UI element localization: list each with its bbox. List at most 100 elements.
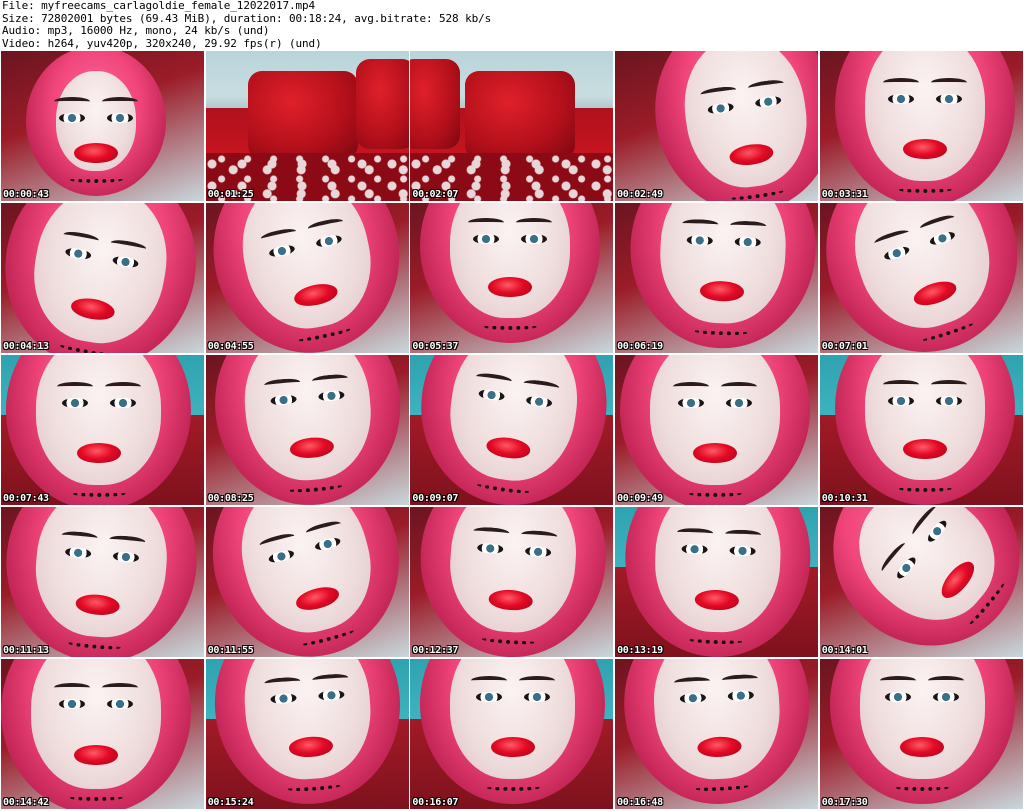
thumbnail-timestamp: 00:02:07 (412, 189, 459, 200)
person-figure (410, 658, 613, 809)
eye (728, 545, 756, 557)
video-thumbnail: 00:05:37 (410, 202, 614, 353)
person-figure (820, 51, 1023, 201)
person-figure (820, 354, 1023, 505)
thumbnail-timestamp: 00:04:13 (3, 340, 49, 352)
eye (59, 113, 85, 123)
eyebrow (54, 97, 90, 106)
eyebrow (102, 682, 138, 692)
person-figure (615, 202, 819, 353)
person-figure (1, 202, 204, 353)
thumbnail-timestamp: 00:06:19 (617, 340, 663, 352)
eye (109, 397, 136, 408)
choker-necklace (896, 185, 953, 193)
eye (475, 691, 502, 702)
video-thumbnail: 00:07:43 (1, 354, 204, 505)
person-figure (206, 658, 409, 809)
face (650, 354, 781, 485)
thumbnail-timestamp: 00:13:19 (617, 644, 663, 656)
thumbnail-timestamp: 00:08:25 (207, 492, 254, 504)
thumbnail-timestamp: 00:03:31 (821, 189, 868, 200)
video-thumbnail: 00:14:01 (819, 506, 1023, 657)
video-thumbnail: 00:02:07 (410, 51, 614, 201)
eyebrow (518, 675, 555, 685)
thumbnail-timestamp: 00:01:25 (207, 189, 254, 200)
eye (933, 691, 960, 702)
person-figure (1, 506, 204, 657)
eyebrow (930, 379, 967, 389)
video-thumbnail: 00:16:07 (410, 658, 614, 809)
file-info-header: File: myfreecams_carlagoldie_female_1202… (2, 0, 1022, 50)
person-figure (615, 354, 818, 505)
face (864, 51, 985, 181)
thumbnail-timestamp: 00:00:43 (3, 189, 49, 200)
video-thumbnail: 00:10:31 (819, 354, 1023, 505)
eyebrow (56, 381, 93, 391)
choker-necklace (896, 484, 953, 492)
eyebrow (104, 381, 141, 391)
pillow (410, 59, 461, 149)
person-figure (410, 354, 614, 505)
eye (678, 397, 705, 408)
thumbnail-timestamp: 00:11:13 (3, 644, 49, 656)
person-figure (615, 658, 818, 809)
lips (490, 736, 535, 757)
lips (74, 745, 118, 766)
eye (935, 94, 962, 104)
thumbnail-timestamp: 00:15:24 (207, 796, 254, 808)
lips (900, 736, 945, 757)
video-thumbnail: 00:01:25 (205, 51, 409, 201)
video-thumbnail: 00:13:19 (615, 506, 819, 657)
person-figure (1, 51, 204, 201)
eyebrow (54, 682, 90, 692)
thumbnail-timestamp: 00:10:31 (821, 492, 868, 504)
eyebrow (930, 78, 967, 87)
person-figure (206, 354, 409, 505)
pillow (465, 71, 576, 159)
video-info-text: Video: h264, yuv420p, 320x240, 29.92 fps… (2, 36, 322, 50)
eye (107, 113, 133, 123)
video-thumbnail: 00:02:49 (615, 51, 819, 201)
thumbnail-timestamp: 00:16:07 (412, 796, 459, 808)
video-thumbnail: 00:08:25 (205, 354, 409, 505)
thumbnail-timestamp: 00:11:55 (207, 644, 254, 656)
choker-necklace (68, 175, 124, 183)
video-thumbnail: 00:11:13 (1, 506, 204, 657)
eyebrow (721, 381, 758, 391)
eyebrow (468, 217, 505, 227)
person-figure (205, 506, 409, 657)
person-figure (1, 354, 204, 505)
eye (61, 397, 88, 408)
video-thumbnail: 00:15:24 (205, 658, 409, 809)
eye (887, 94, 914, 104)
choker-necklace (894, 783, 951, 791)
pillow (355, 59, 409, 149)
eyebrow (516, 217, 553, 227)
eyebrow (880, 675, 917, 685)
person-figure (410, 506, 613, 657)
person-figure (615, 506, 818, 657)
person-figure (1, 658, 204, 809)
choker-necklace (482, 322, 539, 330)
eyebrow (928, 675, 965, 685)
pillow (247, 71, 358, 159)
thumbnail-timestamp: 00:16:48 (617, 796, 663, 808)
thumbnail-timestamp: 00:02:49 (617, 189, 663, 200)
thumbnail-timestamp: 00:14:42 (3, 796, 49, 808)
eyebrow (470, 675, 507, 685)
eye (887, 395, 914, 406)
thumbnail-timestamp: 00:14:01 (821, 644, 868, 656)
video-thumbnail: 00:06:19 (615, 202, 819, 353)
video-thumbnail: 00:09:07 (410, 354, 614, 505)
person-figure (819, 202, 1023, 353)
thumbnail-timestamp: 00:17:30 (821, 796, 868, 808)
video-thumbnail: 00:09:49 (615, 354, 819, 505)
video-thumbnail: 00:07:01 (819, 202, 1023, 353)
lips (693, 442, 738, 463)
person-figure (615, 51, 819, 201)
choker-necklace (68, 793, 124, 801)
eye (681, 543, 708, 555)
eye (726, 397, 753, 408)
face (864, 354, 985, 480)
thumbnail-timestamp: 00:09:49 (617, 492, 663, 504)
